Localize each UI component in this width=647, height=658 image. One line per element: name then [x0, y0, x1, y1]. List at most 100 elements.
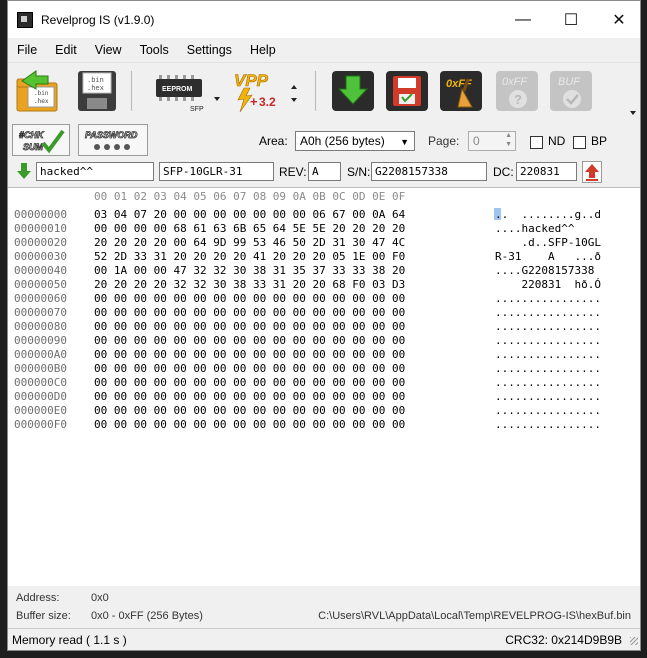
close-icon: ✕ [612, 11, 626, 29]
hex-editor[interactable]: 00 01 02 03 04 05 06 07 08 09 0A 0B 0C 0… [8, 187, 640, 587]
options-panel: #CHK SUM PASSWORD Area: A0h (256 bytes) … [8, 119, 640, 187]
svg-text:SUM: SUM [23, 142, 44, 152]
area-select[interactable]: A0h (256 bytes) ▼ [295, 131, 415, 151]
vpp-up-icon[interactable] [291, 85, 297, 89]
row-ascii[interactable]: ................ [495, 404, 601, 417]
address-label: Address: [16, 592, 60, 604]
save-file-button[interactable]: .bin .hex [73, 68, 121, 114]
row-bytes[interactable]: 52 2D 33 31 20 20 20 20 41 20 20 20 05 1… [94, 250, 405, 263]
buffer-info-panel: Address: 0x0 Buffer size: 0x0 - 0xFF (25… [8, 586, 640, 628]
row-ascii[interactable]: .d..SFP-10GL [495, 236, 600, 249]
spinner-down-icon[interactable]: ▼ [505, 141, 512, 148]
row-bytes[interactable]: 00 1A 00 00 47 32 32 30 38 31 35 37 33 3… [94, 264, 405, 277]
row-ascii[interactable]: ................ [495, 320, 601, 333]
menu-help[interactable]: Help [241, 43, 285, 57]
spinner-up-icon[interactable]: ▲ [505, 132, 512, 139]
menu-view[interactable]: View [86, 43, 131, 57]
nd-checkbox[interactable] [530, 136, 543, 149]
write-button[interactable] [383, 68, 431, 114]
menu-settings[interactable]: Settings [178, 43, 241, 57]
toolbar-overflow-icon[interactable] [630, 111, 636, 115]
green-down-arrow-icon [17, 163, 31, 179]
row-offset: 000000A0 [14, 348, 67, 361]
bp-checkbox[interactable] [573, 136, 586, 149]
row-bytes[interactable]: 20 20 20 20 00 64 9D 99 53 46 50 2D 31 3… [94, 236, 405, 249]
row-ascii[interactable]: ....G2208157338 [495, 264, 594, 277]
row-bytes[interactable]: 00 00 00 00 00 00 00 00 00 00 00 00 00 0… [94, 404, 405, 417]
row-offset: 000000C0 [14, 376, 67, 389]
row-bytes[interactable]: 00 00 00 00 00 00 00 00 00 00 00 00 00 0… [94, 306, 405, 319]
chip-select-button[interactable]: EEPROM SFP [150, 68, 214, 114]
close-button[interactable]: ✕ [596, 1, 640, 38]
row-bytes[interactable]: 00 00 00 00 00 00 00 00 00 00 00 00 00 0… [94, 334, 405, 347]
row-offset: 00000080 [14, 320, 67, 333]
read-button[interactable] [329, 68, 377, 114]
row-ascii[interactable]: ................ [495, 390, 601, 403]
read-fields-button[interactable] [16, 162, 32, 180]
menu-tools[interactable]: Tools [131, 43, 178, 57]
row-bytes[interactable]: 00 00 00 00 00 00 00 00 00 00 00 00 00 0… [94, 320, 405, 333]
menu-bar: File Edit View Tools Settings Help [8, 38, 640, 62]
row-offset: 00000020 [14, 236, 67, 249]
verify-buffer-button[interactable]: BUF [547, 68, 595, 114]
row-ascii[interactable]: ................ [495, 348, 601, 361]
maximize-button[interactable]: ☐ [548, 1, 594, 38]
checksum-button[interactable]: #CHK SUM [12, 124, 70, 156]
row-bytes[interactable]: 00 00 00 00 00 00 00 00 00 00 00 00 00 0… [94, 390, 405, 403]
row-bytes[interactable]: 00 00 00 00 00 00 00 00 00 00 00 00 00 0… [94, 292, 405, 305]
row-ascii[interactable]: ................ [495, 362, 601, 375]
erase-broom-icon: 0xFF [440, 71, 482, 111]
erase-button[interactable]: 0xFF [437, 68, 485, 114]
title-bar: Revelprog IS (v1.9.0) — ☐ ✕ [8, 1, 640, 38]
row-ascii[interactable]: ................ [495, 376, 601, 389]
red-up-arrow-icon [585, 164, 599, 181]
row-bytes[interactable]: 00 00 00 00 00 00 00 00 00 00 00 00 00 0… [94, 376, 405, 389]
status-message: Memory read ( 1.1 s ) [12, 633, 127, 647]
maximize-icon: ☐ [563, 11, 579, 29]
vendor-name-input[interactable] [36, 162, 154, 181]
vpp-button[interactable]: VPP + 3.2 [230, 68, 286, 114]
page-spinner[interactable]: 0 ▲ ▼ [468, 131, 516, 151]
sn-label: S/N: [347, 165, 371, 179]
svg-text:#CHK: #CHK [19, 130, 45, 140]
write-fields-button[interactable] [582, 161, 602, 183]
resize-grip-icon[interactable] [630, 637, 638, 645]
row-bytes[interactable]: 03 04 07 20 00 00 00 00 00 00 00 06 67 0… [94, 208, 405, 221]
row-bytes[interactable]: 00 00 00 00 00 00 00 00 00 00 00 00 00 0… [94, 418, 405, 431]
svg-text:SFP: SFP [190, 106, 204, 113]
row-bytes[interactable]: 20 20 20 20 32 32 30 38 33 31 20 20 68 F… [94, 278, 405, 291]
row-bytes[interactable]: 00 00 00 00 68 61 63 6B 65 64 5E 5E 20 2… [94, 222, 405, 235]
part-number-input[interactable] [159, 162, 274, 181]
row-bytes[interactable]: 00 00 00 00 00 00 00 00 00 00 00 00 00 0… [94, 362, 405, 375]
save-disk-icon: .bin .hex [78, 71, 116, 111]
row-ascii[interactable]: ................ [495, 306, 601, 319]
minimize-button[interactable]: — [500, 1, 546, 38]
row-ascii[interactable]: .. ........g..d [495, 208, 601, 221]
row-offset: 00000060 [14, 292, 67, 305]
verify-buffer-icon: BUF [550, 71, 592, 111]
row-ascii[interactable]: ....hacked^^ [495, 222, 574, 235]
serial-number-input[interactable] [371, 162, 487, 181]
checksum-icon: #CHK SUM [19, 130, 65, 154]
row-ascii[interactable]: ................ [495, 292, 601, 305]
blank-check-button[interactable]: 0xFF ? [493, 68, 541, 114]
open-file-button[interactable]: .bin .hex [13, 68, 61, 114]
row-ascii[interactable]: ................ [495, 334, 601, 347]
area-label: Area: [259, 134, 288, 148]
row-offset: 00000030 [14, 250, 67, 263]
row-ascii[interactable]: 220831 hð.Ó [495, 278, 600, 291]
menu-file[interactable]: File [8, 43, 46, 57]
vpp-down-icon[interactable] [291, 98, 297, 102]
date-code-input[interactable] [516, 162, 577, 181]
row-bytes[interactable]: 00 00 00 00 00 00 00 00 00 00 00 00 00 0… [94, 348, 405, 361]
dc-label: DC: [493, 165, 514, 179]
menu-edit[interactable]: Edit [46, 43, 86, 57]
password-button[interactable]: PASSWORD [78, 124, 148, 156]
row-ascii[interactable]: R-31 A ...ð [495, 250, 601, 263]
row-offset: 000000D0 [14, 390, 67, 403]
row-ascii[interactable]: ................ [495, 418, 601, 431]
svg-text:3.2: 3.2 [259, 95, 276, 109]
revision-input[interactable] [308, 162, 341, 181]
chip-dropdown-icon[interactable] [214, 97, 220, 101]
open-folder-icon: .bin .hex [16, 70, 58, 112]
